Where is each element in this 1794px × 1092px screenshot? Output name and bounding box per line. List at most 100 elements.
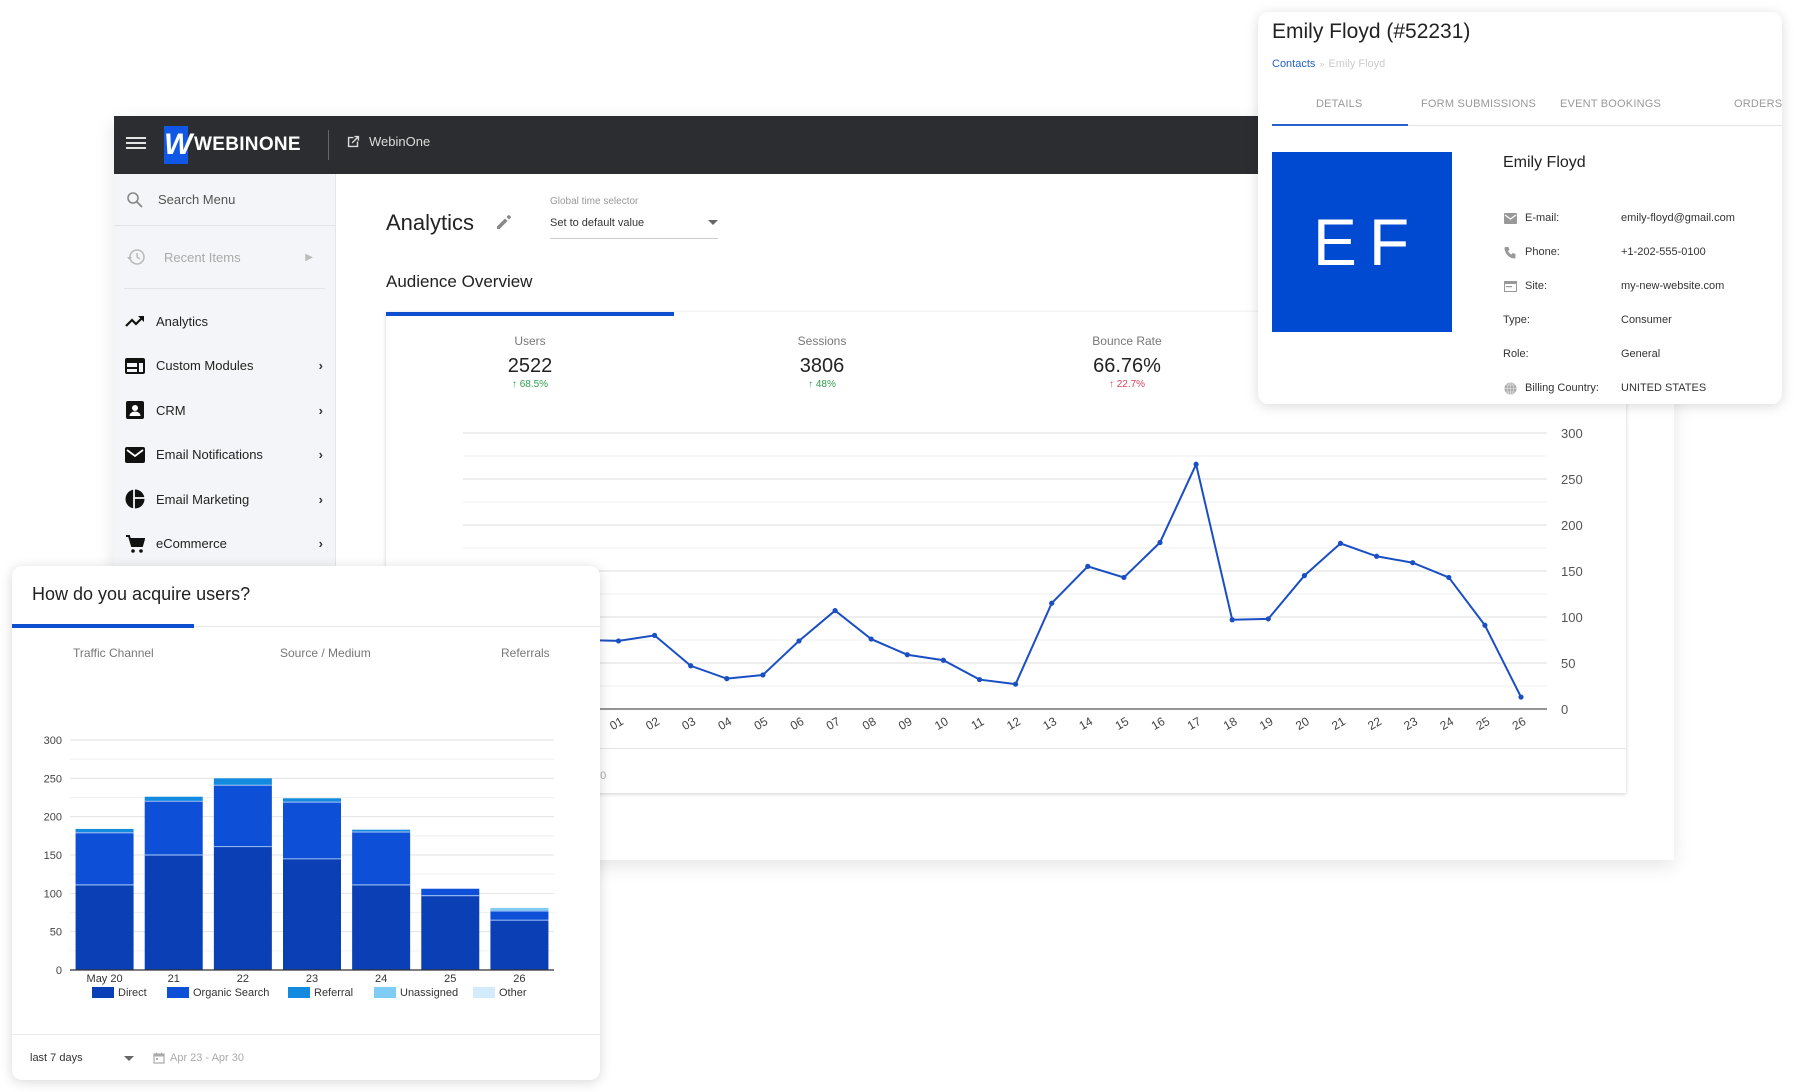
contact-card: Emily Floyd (#52231) Contacts» Emily Floy… xyxy=(1258,12,1782,404)
hamburger-menu-icon[interactable] xyxy=(126,134,146,154)
breadcrumb: Contacts » Emily Floyd xyxy=(1272,58,1385,70)
data-point xyxy=(1518,694,1524,700)
time-selector-value[interactable]: Set to default value xyxy=(550,217,718,239)
data-point xyxy=(832,607,838,614)
y-tick-label: 250 xyxy=(1561,472,1583,487)
chevron-right-icon: › xyxy=(318,447,323,463)
bar-segment-direct xyxy=(352,884,411,970)
y-tick-label: 250 xyxy=(44,773,62,785)
x-tick-label: 20 xyxy=(1293,714,1312,733)
bar-segment-organic-search xyxy=(490,910,549,921)
edit-pencil-icon[interactable] xyxy=(494,212,514,232)
x-tick-label: 18 xyxy=(1221,714,1240,733)
field-label: Role: xyxy=(1503,348,1529,360)
audience-overview-title: Audience Overview xyxy=(386,272,533,291)
field-label: Phone: xyxy=(1525,246,1560,258)
sidebar-item-analytics[interactable]: Analytics xyxy=(114,299,335,344)
field-value[interactable]: +1-202-555-0100 xyxy=(1621,246,1706,258)
bar-segment-direct xyxy=(283,858,341,970)
tab-event-bookings[interactable]: EVENT BOOKINGS xyxy=(1560,98,1661,110)
sidebar-item-crm[interactable]: CRM › xyxy=(114,388,335,433)
dropdown-caret-icon xyxy=(124,1056,134,1061)
data-point xyxy=(868,636,874,642)
field-value[interactable]: my-new-website.com xyxy=(1621,280,1724,292)
data-point xyxy=(1446,574,1452,581)
x-tick-label: 08 xyxy=(860,714,879,733)
field-role: Role: General xyxy=(1503,346,1660,362)
data-point xyxy=(652,632,658,638)
data-point xyxy=(1229,617,1235,623)
legend-item: Unassigned xyxy=(374,987,458,999)
y-tick-label: 300 xyxy=(1561,426,1583,441)
x-tick-label: 19 xyxy=(1257,714,1276,733)
data-point xyxy=(615,638,622,644)
sidebar-item-label: Email Marketing xyxy=(156,491,250,507)
calendar-icon xyxy=(153,1052,165,1064)
data-point xyxy=(1193,461,1199,467)
site-link[interactable]: WebinOne xyxy=(346,134,430,149)
field-billing-country: Billing Country: UNITED STATES xyxy=(1503,380,1706,396)
x-tick-label: 06 xyxy=(788,714,807,733)
bar-segment-direct xyxy=(144,855,203,970)
y-tick-label: 150 xyxy=(1561,564,1583,579)
tab-orders[interactable]: ORDERS xyxy=(1734,98,1782,110)
dropdown-caret-icon xyxy=(708,220,718,225)
globe-icon xyxy=(1503,381,1517,395)
topbar-divider xyxy=(328,130,329,160)
data-point xyxy=(940,657,947,663)
field-type: Type: Consumer xyxy=(1503,312,1672,328)
data-point xyxy=(1410,560,1416,566)
x-tick-label: 23 xyxy=(306,973,318,985)
page-title: Analytics xyxy=(386,210,475,235)
time-selector-value-text: Set to default value xyxy=(550,217,645,229)
legend-swatch xyxy=(288,987,310,998)
breadcrumb-contacts-link[interactable]: Contacts xyxy=(1272,58,1315,70)
sidebar-item-ecommerce[interactable]: eCommerce › xyxy=(114,522,335,567)
legend-swatch xyxy=(167,987,189,998)
series-line-users xyxy=(582,461,1522,698)
field-value: General xyxy=(1621,348,1661,360)
chevron-right-icon: › xyxy=(318,491,323,507)
sidebar-recent-items[interactable]: Recent Items ▶ xyxy=(114,226,335,288)
acquire-bar-chart: 0 50 100 150 200 250 300 May 20 21 22 23 24 25 26 Dire… xyxy=(44,735,554,999)
x-tick-label: 15 xyxy=(1113,714,1132,733)
search-icon xyxy=(127,191,143,208)
data-point xyxy=(1337,540,1344,546)
data-point xyxy=(1121,574,1127,581)
date-range[interactable]: Apr 23 - Apr 30 xyxy=(153,1052,244,1064)
field-value[interactable]: emily-floyd@gmail.com xyxy=(1621,212,1735,224)
period-select[interactable]: last 7 days xyxy=(30,1052,134,1064)
global-time-selector[interactable]: Global time selector Set to default valu… xyxy=(550,196,718,239)
card-footer-divider xyxy=(12,1034,600,1035)
sidebar-item-custom-modules[interactable]: Custom Modules › xyxy=(114,344,335,389)
x-tick-label: 04 xyxy=(716,714,735,733)
breadcrumb-current: Emily Floyd xyxy=(1328,58,1386,70)
x-tick-label: 21 xyxy=(1329,714,1348,733)
x-tick-label: 01 xyxy=(607,714,626,733)
x-tick-label: 13 xyxy=(1040,714,1059,733)
y-tick-label: 300 xyxy=(44,735,62,747)
x-tick-label: 25 xyxy=(1474,714,1493,733)
site-link-label: WebinOne xyxy=(369,134,431,149)
x-tick-label: 26 xyxy=(1510,714,1529,733)
acquire-users-card: How do you acquire users? Traffic Channe… xyxy=(12,566,600,1080)
legend-label: Organic Search xyxy=(193,987,269,999)
logo-text: WEBINONE xyxy=(194,134,301,155)
x-tick-label: May 20 xyxy=(87,973,123,985)
chevron-right-icon: › xyxy=(318,358,323,374)
data-point xyxy=(1157,539,1163,546)
sidebar-search[interactable]: Search Menu xyxy=(114,174,335,226)
sidebar-item-label: Custom Modules xyxy=(156,358,254,374)
x-tick-label: 23 xyxy=(1401,714,1420,733)
logo[interactable]: W WEBINONE xyxy=(164,126,301,164)
field-site: Site: my-new-website.com xyxy=(1503,278,1724,294)
bar-segment-organic-search xyxy=(144,801,203,855)
sidebar-item-email-notifications[interactable]: Email Notifications › xyxy=(114,433,335,478)
x-tick-label: 12 xyxy=(1004,714,1023,733)
sidebar-item-email-marketing[interactable]: Email Marketing › xyxy=(114,477,335,522)
tab-form-submissions[interactable]: FORM SUBMISSIONS xyxy=(1421,98,1536,110)
logo-mark: W xyxy=(164,126,192,164)
time-selector-label: Global time selector xyxy=(550,196,639,207)
date-range-text: Apr 23 - Apr 30 xyxy=(170,1052,244,1064)
tab-details[interactable]: DETAILS xyxy=(1316,98,1362,110)
